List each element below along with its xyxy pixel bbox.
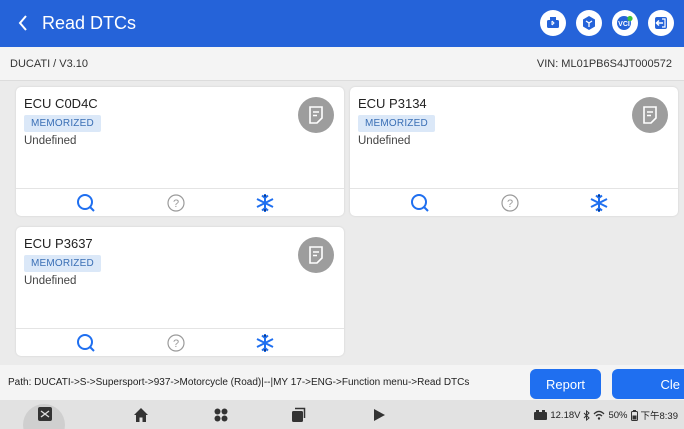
dtc-code: ECU C0D4C: [24, 96, 98, 111]
dtc-status-badge: MEMORIZED: [358, 115, 435, 132]
document-icon: [309, 246, 323, 264]
freeze-frame-button[interactable]: [245, 329, 285, 356]
search-icon: [77, 333, 95, 352]
battery-percent: 50%: [608, 409, 628, 421]
vehicle-version: DUCATI / V3.10: [10, 58, 89, 70]
screenshot-icon[interactable]: [34, 403, 56, 425]
dtc-help-doc-button[interactable]: [298, 237, 334, 273]
help-button[interactable]: ?: [156, 329, 196, 356]
bluetooth-print-icon[interactable]: [540, 10, 566, 36]
wifi-icon: [594, 410, 605, 420]
vehicle-info-bar: DUCATI / V3.10 VIN: ML01PB6S4JT000572: [0, 47, 684, 81]
dtc-code: ECU P3134: [358, 96, 427, 111]
dtc-status-badge: MEMORIZED: [24, 255, 101, 272]
clear-button[interactable]: Cle: [612, 369, 684, 399]
document-icon: [309, 106, 323, 124]
chevron-left-icon: [18, 15, 27, 31]
play-icon[interactable]: [368, 404, 390, 426]
freeze-frame-button[interactable]: [245, 189, 285, 216]
card-actions: ?: [16, 329, 344, 356]
help-button[interactable]: ?: [156, 189, 196, 216]
voltage-reading: 12.18V: [550, 409, 581, 421]
dtc-help-doc-button[interactable]: [298, 97, 334, 133]
search-button[interactable]: [66, 329, 106, 356]
svg-text:?: ?: [173, 338, 179, 350]
dtc-card: ECU P3637 MEMORIZED Undefined ?: [16, 227, 344, 356]
vehicle-model-icon[interactable]: [576, 10, 602, 36]
search-button[interactable]: [66, 189, 106, 216]
svg-text:?: ?: [507, 198, 513, 210]
snowflake-icon: [256, 193, 274, 212]
apps-grid-icon[interactable]: [210, 404, 232, 426]
system-nav-bar: 12.18V 50% 下午8:39: [0, 400, 684, 429]
app-window: Read DTCs VCI DUCATI / V3.10 VIN: ML01PB…: [0, 0, 684, 429]
card-actions: ?: [350, 189, 678, 216]
report-button[interactable]: Report: [530, 369, 601, 399]
freeze-frame-button[interactable]: [579, 189, 619, 216]
search-icon: [411, 193, 429, 212]
dtc-description: Undefined: [24, 275, 77, 287]
search-icon: [77, 193, 95, 212]
car-battery-icon: [534, 410, 548, 420]
header-bar: Read DTCs VCI: [0, 0, 684, 47]
card-actions: ?: [16, 189, 344, 216]
dtc-card: ECU P3134 MEMORIZED Undefined ?: [350, 87, 678, 216]
path-bar: Path: DUCATI->S->Supersport->937->Motorc…: [0, 365, 684, 400]
recent-apps-icon[interactable]: [287, 404, 309, 426]
svg-text:VCI: VCI: [618, 21, 630, 28]
question-mark-icon: ?: [167, 193, 185, 212]
exit-icon[interactable]: [648, 10, 674, 36]
dtc-description: Undefined: [24, 135, 77, 147]
vci-connection-icon[interactable]: VCI: [612, 10, 638, 36]
header-actions: VCI: [540, 10, 674, 36]
device-status: 12.18V 50% 下午8:39: [534, 408, 678, 422]
home-icon[interactable]: [130, 404, 152, 426]
bluetooth-icon: [584, 409, 591, 421]
clock: 下午8:39: [640, 411, 679, 422]
svg-text:?: ?: [173, 198, 179, 210]
battery-icon: [630, 409, 638, 421]
question-mark-icon: ?: [167, 333, 185, 352]
dtc-card: ECU C0D4C MEMORIZED Undefined ?: [16, 87, 344, 216]
help-button[interactable]: ?: [490, 189, 530, 216]
dtc-code: ECU P3637: [24, 236, 93, 251]
back-button[interactable]: [10, 9, 36, 37]
dtc-help-doc-button[interactable]: [632, 97, 668, 133]
snowflake-icon: [256, 333, 274, 352]
vin-label: VIN: ML01PB6S4JT000572: [536, 58, 672, 70]
dtc-status-badge: MEMORIZED: [24, 115, 101, 132]
question-mark-icon: ?: [501, 193, 519, 212]
document-icon: [643, 106, 657, 124]
snowflake-icon: [590, 193, 608, 212]
dtc-description: Undefined: [358, 135, 411, 147]
page-title: Read DTCs: [42, 13, 137, 33]
breadcrumb: Path: DUCATI->S->Supersport->937->Motorc…: [8, 377, 470, 388]
search-button[interactable]: [400, 189, 440, 216]
